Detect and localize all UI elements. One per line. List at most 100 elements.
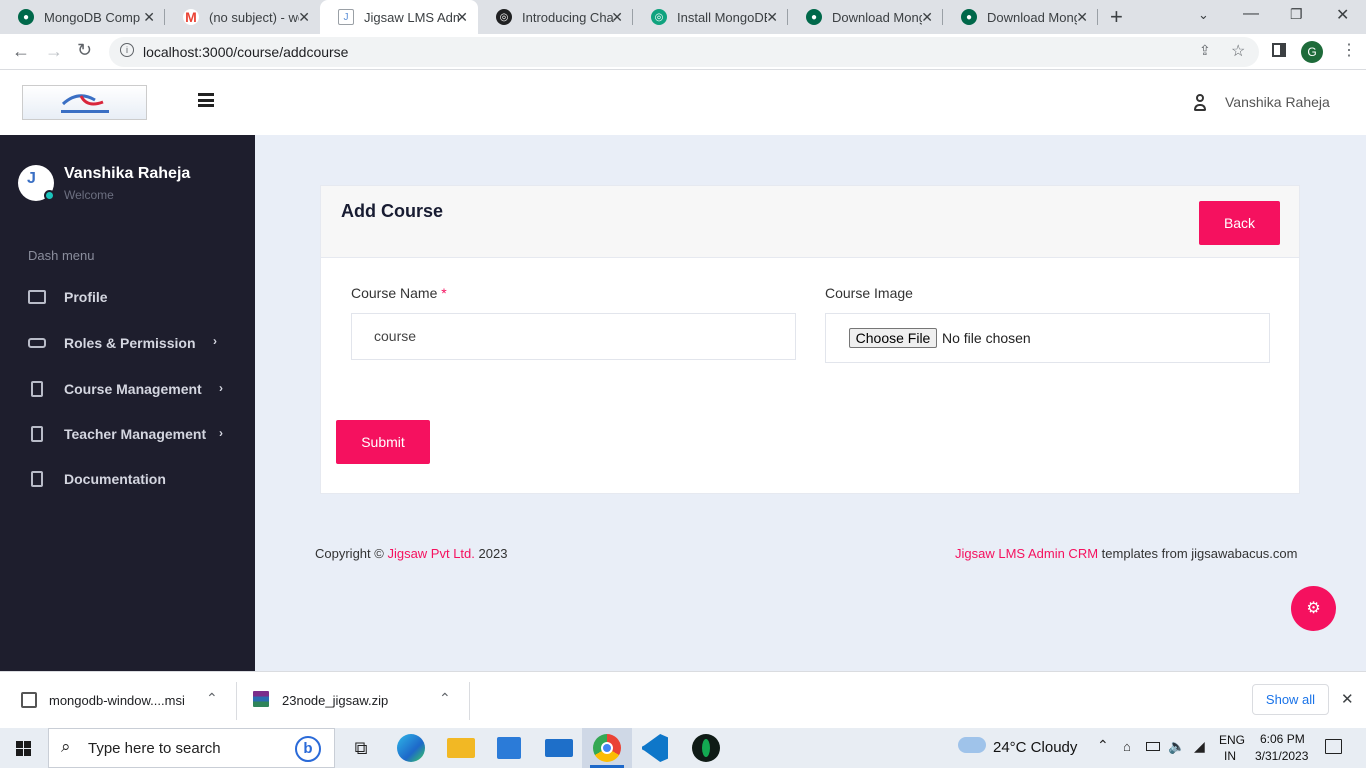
- restore-icon[interactable]: ❐: [1290, 6, 1303, 23]
- close-icon[interactable]: ✕: [611, 9, 623, 26]
- task-view-icon[interactable]: ⧉: [347, 734, 375, 762]
- user-icon[interactable]: [1194, 94, 1206, 112]
- speaker-icon[interactable]: 🔈: [1168, 738, 1185, 755]
- company-link[interactable]: Jigsaw Pvt Ltd.: [387, 546, 474, 561]
- menu-section-title: Dash menu: [28, 248, 95, 263]
- browser-tab[interactable]: ◎ Install MongoDB ✕: [633, 0, 788, 34]
- back-button[interactable]: Back: [1199, 201, 1280, 245]
- tab-title: Jigsaw LMS Adm: [364, 9, 459, 25]
- gmail-icon: M: [183, 9, 199, 25]
- language-indicator[interactable]: ENG: [1219, 733, 1245, 747]
- sidebar-item-profile[interactable]: Profile: [28, 289, 108, 305]
- close-icon[interactable]: ✕: [921, 9, 933, 26]
- forward-arrow-icon[interactable]: →: [45, 41, 63, 62]
- jigsaw-favicon-icon: J: [338, 9, 354, 25]
- chevron-up-icon[interactable]: ⌃: [1097, 737, 1109, 754]
- close-icon[interactable]: ✕: [298, 9, 310, 26]
- logo[interactable]: [22, 85, 147, 120]
- submit-button[interactable]: Submit: [336, 420, 430, 464]
- tab-search-icon[interactable]: ⌄: [1198, 7, 1209, 23]
- footer-credits: Jigsaw LMS Admin CRM templates from jigs…: [955, 546, 1297, 561]
- weather-text[interactable]: 24°C Cloudy: [993, 739, 1077, 756]
- clock-date[interactable]: 3/31/2023: [1255, 749, 1308, 763]
- bing-icon[interactable]: b: [295, 736, 321, 762]
- weather-cloud-icon[interactable]: [958, 737, 986, 753]
- settings-gear-icon[interactable]: ⚙: [1291, 586, 1336, 631]
- close-icon[interactable]: ✕: [456, 9, 468, 26]
- share-icon[interactable]: ⇪: [1199, 42, 1211, 59]
- browser-tab[interactable]: ● Download Mong ✕: [943, 0, 1098, 34]
- browser-tab[interactable]: ● Download Mong ✕: [788, 0, 943, 34]
- reload-icon[interactable]: ↻: [77, 40, 92, 61]
- sidebar-item-label: Course Management: [64, 381, 202, 397]
- product-link[interactable]: Jigsaw LMS Admin CRM: [955, 546, 1098, 561]
- browser-tab-active[interactable]: J Jigsaw LMS Adm ✕: [320, 0, 478, 34]
- course-image-field[interactable]: Choose File No file chosen: [825, 313, 1270, 363]
- mongodb-compass-icon[interactable]: [692, 734, 720, 762]
- show-all-button[interactable]: Show all: [1252, 684, 1329, 715]
- chevron-up-icon[interactable]: ⌃: [206, 690, 218, 707]
- download-item[interactable]: mongodb-window....msi ⌃: [0, 672, 236, 728]
- vscode-icon[interactable]: [642, 734, 668, 762]
- address-bar[interactable]: i localhost:3000/course/addcourse ⇪ ☆: [109, 37, 1259, 67]
- templates-text: templates from jigsawabacus.com: [1101, 546, 1298, 561]
- network-icon[interactable]: ◢: [1194, 738, 1205, 755]
- new-tab-button[interactable]: +: [1110, 4, 1123, 30]
- file-explorer-icon[interactable]: [447, 738, 475, 758]
- chevron-right-icon[interactable]: ›: [219, 426, 223, 440]
- microsoft-store-icon[interactable]: [497, 737, 521, 759]
- online-status-dot: [44, 190, 55, 201]
- avatar-logo-icon: J: [27, 170, 36, 187]
- download-item[interactable]: 23node_jigsaw.zip ⌃: [237, 672, 469, 728]
- add-course-card: Add Course Back Course Name * course Cou…: [320, 185, 1300, 494]
- info-icon[interactable]: i: [120, 43, 134, 57]
- browser-tab[interactable]: ◎ Introducing Chat ✕: [478, 0, 633, 34]
- window-close-icon[interactable]: ✕: [1336, 5, 1349, 25]
- sidebar-item-documentation[interactable]: Documentation: [28, 471, 166, 487]
- sidebar-item-teacher-management[interactable]: Teacher Management: [28, 426, 206, 442]
- back-arrow-icon[interactable]: ←: [12, 41, 30, 62]
- no-file-text: No file chosen: [942, 330, 1031, 346]
- edge-icon[interactable]: [397, 734, 425, 762]
- close-downloads-icon[interactable]: ✕: [1341, 690, 1354, 708]
- notifications-icon[interactable]: [1325, 739, 1342, 754]
- windows-start-icon[interactable]: [16, 741, 32, 756]
- taskbar-search-box[interactable]: ⌕ Type here to search b: [48, 728, 335, 768]
- more-menu-icon[interactable]: ⋮: [1341, 40, 1357, 60]
- sidebar-item-label: Roles & Permission: [64, 335, 196, 351]
- browser-tab[interactable]: M (no subject) - wel ✕: [165, 0, 320, 34]
- profile-avatar[interactable]: G: [1301, 41, 1323, 63]
- chevron-right-icon[interactable]: ›: [219, 381, 223, 395]
- avatar[interactable]: J: [18, 165, 55, 201]
- download-filename: 23node_jigsaw.zip: [282, 693, 389, 708]
- header-user-name[interactable]: Vanshika Raheja: [1225, 94, 1330, 110]
- bookmark-star-icon[interactable]: ☆: [1231, 41, 1245, 61]
- sidebar-user-status: Welcome: [64, 188, 114, 202]
- browser-tab[interactable]: ● MongoDB Comp ✕: [0, 0, 165, 34]
- mail-icon[interactable]: [545, 739, 573, 757]
- page-title: Add Course: [341, 201, 444, 221]
- device-icon[interactable]: ⌂: [1123, 739, 1131, 754]
- chrome-taskbar-active[interactable]: [582, 728, 632, 768]
- hamburger-menu-icon[interactable]: [198, 93, 214, 107]
- choose-file-button[interactable]: Choose File: [849, 328, 937, 348]
- monitor-icon: [28, 290, 46, 304]
- sidebar-item-roles-permission[interactable]: Roles & Permission: [28, 335, 196, 351]
- close-icon[interactable]: ✕: [1076, 9, 1088, 26]
- battery-icon[interactable]: [1146, 742, 1160, 751]
- clock-time[interactable]: 6:06 PM: [1260, 732, 1305, 746]
- sidebar-item-label: Profile: [64, 289, 108, 305]
- chevron-right-icon[interactable]: ›: [213, 334, 217, 348]
- region-indicator[interactable]: IN: [1224, 749, 1236, 763]
- close-icon[interactable]: ✕: [143, 9, 155, 26]
- copyright-year: 2023: [478, 546, 508, 561]
- sidebar-item-label: Teacher Management: [64, 426, 207, 442]
- chevron-up-icon[interactable]: ⌃: [439, 690, 451, 707]
- side-panel-icon[interactable]: [1272, 43, 1286, 57]
- course-name-label-text: Course Name: [351, 285, 438, 301]
- sidebar-item-course-management[interactable]: Course Management: [28, 381, 202, 397]
- course-name-field[interactable]: course: [351, 313, 796, 360]
- minimize-icon[interactable]: —: [1243, 5, 1259, 23]
- tab-title: Download Mong: [832, 9, 922, 25]
- close-icon[interactable]: ✕: [766, 9, 778, 26]
